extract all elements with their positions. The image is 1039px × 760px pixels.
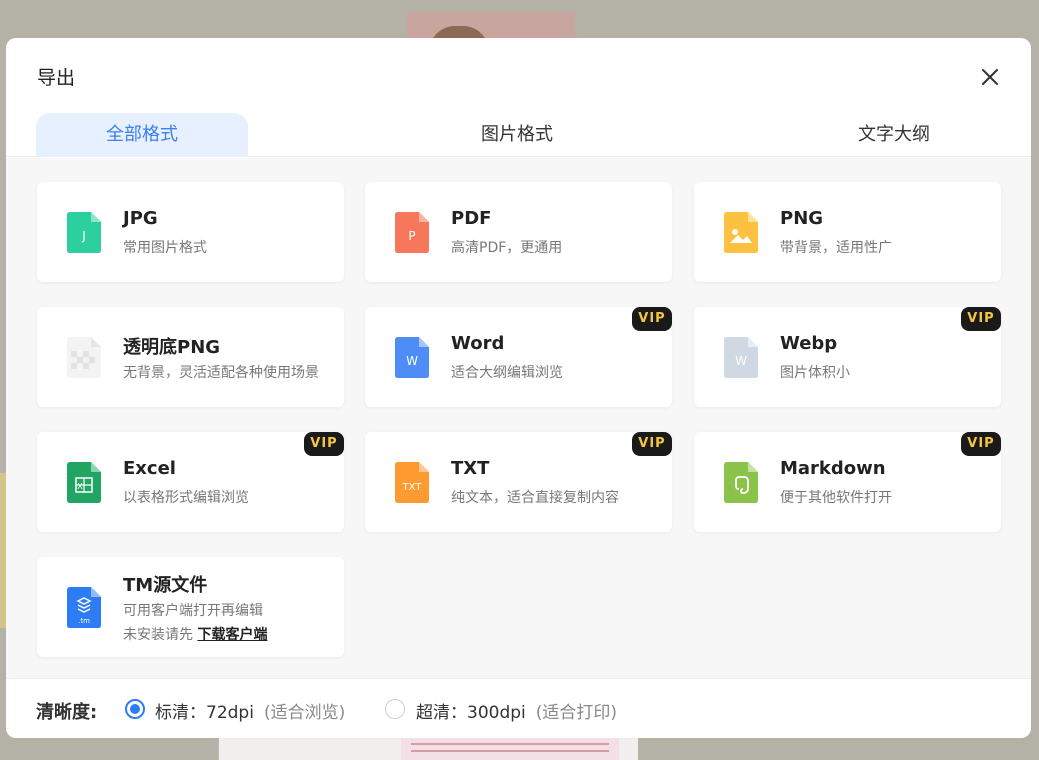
format-name: TM源文件 [123, 575, 208, 596]
format-desc: 带背景，适用性广 [780, 240, 892, 256]
svg-text:X: X [77, 482, 83, 491]
format-desc: 适合大纲编辑浏览 [451, 365, 563, 381]
dialog-title: 导出 [37, 67, 76, 89]
format-name: JPG [123, 208, 158, 229]
format-card-txt[interactable]: VIP TXT TXT 纯文本，适合直接复制内容 [365, 432, 672, 532]
vip-badge: VIP [961, 307, 1001, 331]
vip-badge: VIP [961, 432, 1001, 456]
format-desc: 便于其他软件打开 [780, 490, 892, 506]
word-file-icon: W [395, 337, 429, 378]
download-client-link[interactable]: 下载客户端 [197, 627, 267, 643]
format-card-webp[interactable]: VIP W Webp 图片体积小 [694, 307, 1001, 407]
option-standard-note: (适合浏览) [263, 703, 346, 723]
markdown-file-icon [724, 462, 758, 503]
format-card-transparent-png[interactable]: 透明底PNG 无背景，灵活适配各种使用场景 [37, 307, 344, 407]
svg-text:TXT: TXT [402, 482, 423, 493]
vip-badge: VIP [632, 432, 672, 456]
format-card-word[interactable]: VIP W Word 适合大纲编辑浏览 [365, 307, 672, 407]
format-card-pdf[interactable]: P PDF 高清PDF，更通用 [365, 182, 672, 282]
option-hd-text: 超清：300dpi [416, 703, 526, 723]
webp-file-icon: W [724, 337, 758, 378]
format-grid: J JPG 常用图片格式 P PDF 高清PDF，更通用 PNG 带背景，适用性… [6, 158, 1031, 678]
option-hd[interactable]: 超清：300dpi (适合打印) [416, 698, 617, 723]
svg-text:.tm: .tm [78, 617, 90, 625]
format-card-excel[interactable]: VIP X Excel 以表格形式编辑浏览 [37, 432, 344, 532]
format-desc: 图片体积小 [780, 365, 850, 381]
option-standard[interactable]: 标清：72dpi (适合浏览) [155, 698, 345, 723]
radio-standard-72dpi[interactable] [125, 699, 145, 719]
option-standard-text: 标清：72dpi [155, 703, 254, 723]
export-dialog: 导出 全部格式 图片格式 文字大纲 J JPG 常用图片格式 P PDF 高清P… [6, 38, 1031, 738]
format-name: Word [451, 333, 505, 354]
format-card-jpg[interactable]: J JPG 常用图片格式 [37, 182, 344, 282]
format-desc: 纯文本，适合直接复制内容 [451, 490, 619, 506]
tab-image-formats[interactable]: 图片格式 [411, 113, 623, 157]
format-desc: 高清PDF，更通用 [451, 240, 563, 256]
format-desc: 以表格形式编辑浏览 [123, 490, 249, 506]
resolution-label: 清晰度: [36, 702, 98, 723]
format-tabs: 全部格式 图片格式 文字大纲 [6, 113, 1031, 157]
format-name: 透明底PNG [123, 337, 221, 358]
format-card-markdown[interactable]: VIP Markdown 便于其他软件打开 [694, 432, 1001, 532]
png-file-icon [724, 212, 758, 253]
excel-file-icon: X [67, 462, 101, 503]
install-hint-text: 未安装请先 [123, 627, 193, 643]
radio-hd-300dpi[interactable] [385, 699, 405, 719]
format-name: Markdown [780, 458, 886, 479]
background-canvas [218, 738, 638, 760]
svg-text:W: W [735, 354, 747, 368]
format-name: PNG [780, 208, 824, 229]
format-desc: 无背景，灵活适配各种使用场景 [123, 365, 319, 381]
close-button[interactable] [976, 63, 1004, 91]
install-hint: 未安装请先 下载客户端 [123, 624, 267, 644]
format-name: Excel [123, 458, 176, 479]
jpg-file-icon: J [67, 212, 101, 253]
txt-file-icon: TXT [395, 462, 429, 503]
format-card-tm[interactable]: .tm TM源文件 可用客户端打开再编辑 未安装请先 下载客户端 [37, 557, 344, 657]
format-card-png[interactable]: PNG 带背景，适用性广 [694, 182, 1001, 282]
format-desc: 可用客户端打开再编辑 [123, 603, 263, 619]
vip-badge: VIP [632, 307, 672, 331]
vip-badge: VIP [304, 432, 344, 456]
tab-all-formats[interactable]: 全部格式 [36, 113, 248, 157]
format-name: TXT [451, 458, 490, 479]
svg-text:J: J [81, 229, 86, 243]
format-name: Webp [780, 333, 838, 354]
svg-text:W: W [406, 354, 418, 368]
transparent-png-file-icon [67, 337, 101, 378]
svg-text:P: P [408, 229, 415, 243]
format-name: PDF [451, 208, 492, 229]
format-desc: 常用图片格式 [123, 240, 207, 256]
option-hd-note: (适合打印) [535, 703, 618, 723]
tab-text-outline[interactable]: 文字大纲 [788, 113, 1000, 157]
pdf-file-icon: P [395, 212, 429, 253]
close-icon [982, 69, 998, 85]
resolution-bar: 清晰度: 标清：72dpi (适合浏览) 超清：300dpi (适合打印) [6, 678, 1031, 738]
tm-file-icon: .tm [67, 587, 101, 628]
